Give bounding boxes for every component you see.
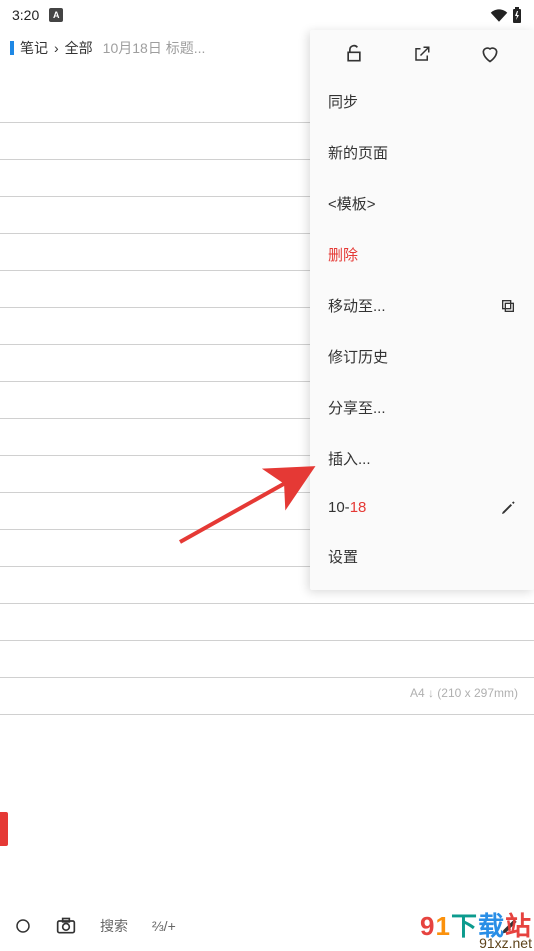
breadcrumb-marker xyxy=(10,41,14,55)
copy-icon xyxy=(500,298,516,314)
menu-sync[interactable]: 同步 xyxy=(310,76,534,127)
edit-icon[interactable] xyxy=(500,500,516,516)
menu-date[interactable]: 10-18 xyxy=(310,484,534,531)
text-indicator-icon: A xyxy=(49,8,63,22)
menu-delete[interactable]: 删除 xyxy=(310,229,534,280)
menu-settings[interactable]: 设置 xyxy=(310,531,534,582)
lock-icon[interactable] xyxy=(344,44,364,64)
battery-icon xyxy=(512,7,522,23)
menu-template[interactable]: <模板> xyxy=(310,178,534,229)
camera-icon[interactable] xyxy=(56,917,76,935)
page-edge-tab[interactable] xyxy=(0,812,8,846)
circle-tool-icon[interactable] xyxy=(14,917,32,935)
menu-insert[interactable]: 插入... xyxy=(310,433,534,484)
menu-revision-history[interactable]: 修订历史 xyxy=(310,331,534,382)
menu-move-to[interactable]: 移动至... xyxy=(310,280,534,331)
chevron-right-icon: › xyxy=(54,40,59,56)
paper-size-label: A4 ↓ (210 x 297mm) xyxy=(410,686,518,700)
breadcrumb-root[interactable]: 笔记 xyxy=(20,38,48,58)
breadcrumb-all[interactable]: 全部 xyxy=(65,38,93,58)
heart-icon[interactable] xyxy=(480,44,500,64)
status-bar: 3:20 A xyxy=(0,0,534,30)
search-label[interactable]: 搜索 xyxy=(100,916,128,936)
overflow-menu: 同步 新的页面 <模板> 删除 移动至... 修订历史 分享至... 插入...… xyxy=(310,30,534,590)
breadcrumb-subtitle: 10月18日 标题... xyxy=(103,38,206,58)
open-external-icon[interactable] xyxy=(413,45,431,63)
menu-share-to[interactable]: 分享至... xyxy=(310,382,534,433)
wifi-icon xyxy=(490,8,508,22)
watermark: 91下载站 91xz.net xyxy=(420,913,532,950)
zoom-indicator[interactable]: ⅔/+ xyxy=(152,918,176,934)
status-time: 3:20 xyxy=(12,7,39,23)
menu-new-page[interactable]: 新的页面 xyxy=(310,127,534,178)
